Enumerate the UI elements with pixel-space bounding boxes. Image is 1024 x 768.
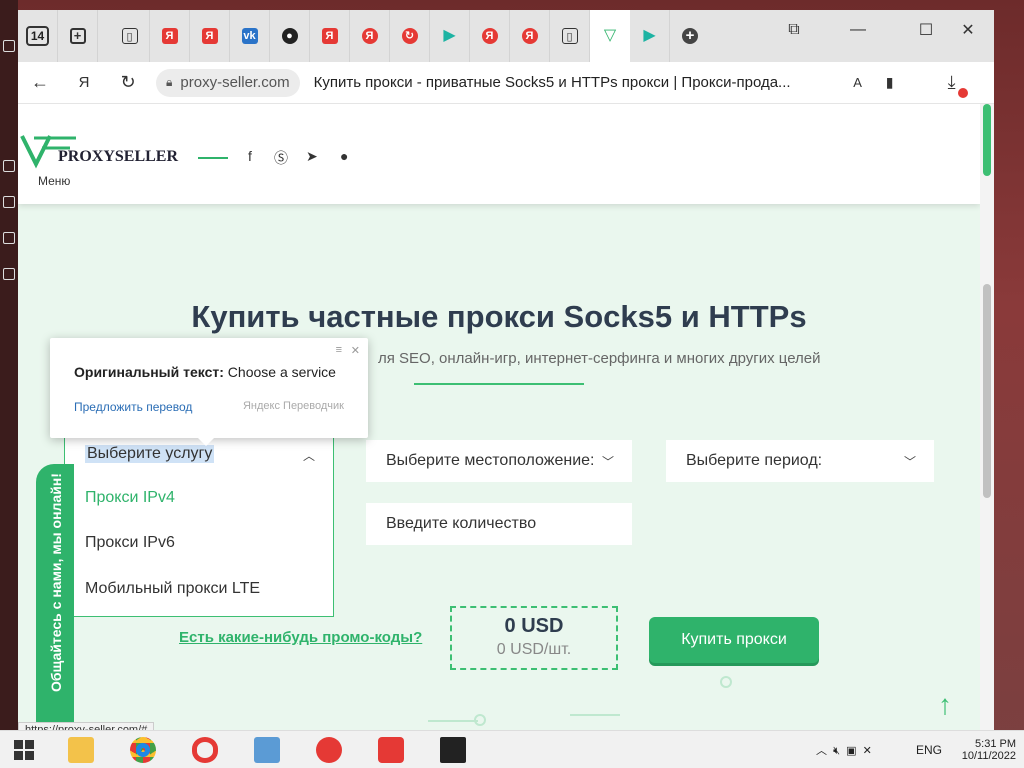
tab-proxyseller-active[interactable]: ▽ (590, 10, 630, 62)
tab-yandex-icon[interactable]: Я (470, 10, 510, 62)
headline-underline (414, 383, 584, 385)
yandex-translator-brand: Яндекс Переводчик (242, 400, 344, 412)
buy-proxy-button[interactable]: Купить прокси (649, 617, 819, 663)
yandex-home-icon[interactable]: Я (62, 62, 106, 104)
tab-yandex-icon[interactable]: Я (510, 10, 550, 62)
menu-button[interactable]: Меню (38, 174, 70, 188)
tab-counter[interactable]: 14 (18, 10, 58, 62)
suggest-translation-link[interactable]: Предложить перевод (74, 400, 192, 414)
page-scrollbar[interactable] (980, 104, 994, 740)
tab-refresh-icon[interactable]: ↻ (390, 10, 430, 62)
chat-widget-tab[interactable]: Общайтесь с нами, мы онлайн! (36, 464, 74, 740)
browser-window: 14 + ▯ Я Я vk ● Я Я ↻ ▶ Я Я ▯ ▽ ▶ + ⧉ — … (18, 10, 994, 740)
location-select[interactable]: Выберите местоположение: ﹀ (366, 440, 632, 482)
clock-time: 5:31 PM (975, 738, 1016, 750)
tab-separator (98, 10, 110, 62)
close-icon[interactable]: ✕ (946, 10, 990, 50)
bookmark-icon[interactable]: ▮ (880, 62, 900, 104)
service-option-ipv6[interactable]: Прокси IPv6 (85, 534, 175, 552)
file-explorer-icon[interactable] (54, 731, 108, 768)
chevron-down-icon: ﹀ (601, 454, 614, 469)
popup-close-icon[interactable]: ✕ (351, 344, 360, 357)
yandex-icon[interactable] (364, 731, 418, 768)
price-box: 0 USD 0 USD/шт. (450, 606, 618, 670)
period-select-label: Выберите период: (686, 452, 823, 469)
tab-yandex-icon[interactable]: Я (310, 10, 350, 62)
windows-start-icon[interactable] (0, 731, 48, 768)
original-text-line: Оригинальный текст: Choose a service (74, 364, 336, 380)
scroll-top-arrow-icon[interactable]: ↑ (938, 689, 952, 721)
page-headline: Купить частные прокси Socks5 и HTTPs (191, 299, 807, 334)
service-option-ipv4[interactable]: Прокси IPv4 (85, 489, 175, 507)
tab-yandex-icon[interactable]: Я (150, 10, 190, 62)
tab-vk-icon[interactable]: vk (230, 10, 270, 62)
url-text: proxy-seller.com (180, 74, 290, 91)
page-subtitle: ля SEO, онлайн-игр, интернет-серфинга и … (378, 350, 821, 367)
tray-icons[interactable]: ︿ 🔇︎ ▣ ✕ (816, 731, 872, 768)
popup-caret (198, 438, 214, 446)
tab-github-icon[interactable]: ● (270, 10, 310, 62)
site-header: PROXYSELLER Меню f Ⓢ ➤ ● (18, 104, 980, 204)
scrollbar-thumb[interactable] (983, 284, 991, 498)
tab-yandex-icon[interactable]: Я (190, 10, 230, 62)
decor-circle (720, 676, 732, 688)
minimize-icon[interactable]: — (836, 10, 880, 50)
chevron-up-icon[interactable]: ︿ (303, 447, 315, 464)
promo-code-link[interactable]: Есть какие-нибудь промо-коды? (179, 629, 422, 646)
language-indicator[interactable]: ENG (916, 731, 942, 768)
desktop-side-icons (0, 0, 18, 730)
tab-yandex-icon[interactable]: Я (350, 10, 390, 62)
decor-line (570, 714, 620, 716)
site-logo-text[interactable]: PROXYSELLER (58, 148, 178, 166)
download-icon[interactable]: ⤓ (930, 62, 974, 104)
price-per-unit: 0 USD/шт. (496, 641, 572, 658)
original-text-label: Оригинальный текст: (74, 364, 224, 380)
chevron-down-icon: ﹀ (903, 454, 916, 469)
back-arrow-icon[interactable]: ← (18, 62, 62, 104)
address-bar: ← Я ↻ 🔒︎ proxy-seller.com Купить прокси … (18, 62, 994, 104)
clock-date: 10/11/2022 (961, 750, 1016, 762)
decor-line (428, 720, 478, 722)
reload-icon[interactable]: ↻ (106, 62, 150, 104)
popup-menu-icon[interactable]: ≡ (336, 344, 342, 356)
service-dropdown[interactable]: Выберите услугу ︿ Прокси IPv4 Прокси IPv… (64, 430, 334, 617)
tab-document-icon[interactable]: ▯ (550, 10, 590, 62)
translation-popup: ≡ ✕ Оригинальный текст: Choose a service… (50, 338, 368, 446)
opera-icon[interactable] (178, 731, 232, 768)
scroll-progress (983, 104, 991, 176)
skype-icon[interactable]: Ⓢ (274, 148, 288, 168)
translate-icon[interactable]: A (836, 62, 880, 104)
page-title-in-bar: Купить прокси - приватные Socks5 и HTTPs… (313, 74, 791, 91)
control-panel-icon[interactable] (240, 731, 294, 768)
location-select-label: Выберите местоположение: (386, 452, 595, 469)
maximize-icon[interactable]: ☐ (904, 10, 948, 50)
quantity-placeholder: Введите количество (386, 515, 537, 532)
original-text-value: Choose a service (227, 364, 336, 380)
bookmarks-icon[interactable]: ⧉ (772, 10, 816, 50)
lock-icon: 🔒︎ (166, 75, 173, 89)
chat-widget-label: Общайтесь с нами, мы онлайн! (48, 473, 64, 692)
period-select[interactable]: Выберите период: ﹀ (666, 440, 934, 482)
tab-document-icon[interactable]: ▯ (110, 10, 150, 62)
new-tab-icon[interactable]: + (58, 10, 98, 62)
chat-bubble-icon[interactable]: ● (340, 148, 348, 164)
url-field[interactable]: 🔒︎ proxy-seller.com (156, 68, 300, 97)
7zip-icon[interactable] (426, 731, 480, 768)
page-content: PROXYSELLER Меню f Ⓢ ➤ ● Купить частные … (18, 104, 980, 740)
chrome-icon[interactable] (116, 731, 170, 768)
header-divider (198, 157, 228, 159)
add-tab-icon[interactable]: + (670, 10, 710, 62)
yandex-browser-icon[interactable] (302, 731, 356, 768)
facebook-icon[interactable]: f (248, 148, 252, 164)
clock[interactable]: 5:31 PM 10/11/2022 (952, 731, 1016, 768)
service-dropdown-selected[interactable]: Выберите услугу (85, 445, 215, 463)
telegram-icon[interactable]: ➤ (306, 148, 318, 165)
tab-play-icon[interactable]: ▶ (630, 10, 670, 62)
service-option-lte[interactable]: Мобильный прокси LTE (85, 580, 260, 598)
windows-taskbar: ︿ 🔇︎ ▣ ✕ ENG 5:31 PM 10/11/2022 (0, 730, 1024, 768)
quantity-input[interactable]: Введите количество (366, 503, 632, 545)
price-total: 0 USD (504, 615, 564, 637)
tab-play-icon[interactable]: ▶ (430, 10, 470, 62)
